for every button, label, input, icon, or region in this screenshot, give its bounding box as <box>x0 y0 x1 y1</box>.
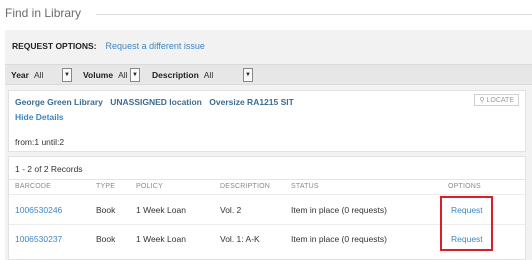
volume-filter: Volume All <box>83 68 128 82</box>
library-name: George Green Library <box>15 97 103 107</box>
column-header-description: DESCRIPTION <box>220 183 271 190</box>
request-highlight-box <box>440 196 493 251</box>
barcode-link[interactable]: 1006530237 <box>15 234 62 244</box>
records-table: 1 - 2 of 2 Records BARCODE TYPE POLICY D… <box>8 156 526 260</box>
location-name: UNASSIGNED location <box>110 97 202 107</box>
find-in-library-title: Find in Library <box>5 6 82 20</box>
item-description: Vol. 1: A-K <box>220 234 260 244</box>
volume-dropdown-arrow-icon[interactable]: ▼ <box>130 68 140 82</box>
item-status: Item in place (0 requests) <box>291 205 387 215</box>
description-filter-label: Description <box>152 70 199 80</box>
year-filter-value[interactable]: All <box>34 70 43 80</box>
item-type: Book <box>96 205 116 215</box>
records-divider <box>9 179 525 180</box>
records-count: 1 - 2 of 2 Records <box>15 164 83 174</box>
row-divider <box>9 194 525 195</box>
description-filter-value[interactable]: All <box>204 70 213 80</box>
item-policy: 1 Week Loan <box>136 205 186 215</box>
call-number: Oversize RA1215 SIT <box>209 97 294 107</box>
year-filter-label: Year <box>11 70 29 80</box>
item-status: Item in place (0 requests) <box>291 234 387 244</box>
filter-bar: Year All ▼ Volume All ▼ Description All … <box>5 64 532 85</box>
location-card: George Green Library UNASSIGNED location… <box>8 90 526 152</box>
column-header-barcode: BARCODE <box>15 183 52 190</box>
column-header-options: OPTIONS <box>448 183 481 190</box>
locate-button[interactable]: ⚲ LOCATE <box>474 94 519 106</box>
volume-filter-label: Volume <box>83 70 114 80</box>
column-header-status: STATUS <box>291 183 319 190</box>
request-options-label: REQUEST OPTIONS: <box>12 41 97 51</box>
description-dropdown-arrow-icon[interactable]: ▼ <box>243 68 253 82</box>
column-header-policy: POLICY <box>136 183 163 190</box>
description-filter: Description All <box>152 68 213 82</box>
item-description: Vol. 2 <box>220 205 242 215</box>
find-in-library-panel: REQUEST OPTIONS: Request a different iss… <box>5 30 532 260</box>
volume-filter-value[interactable]: All <box>118 70 127 80</box>
map-pin-icon: ⚲ <box>479 97 485 104</box>
request-different-issue-link[interactable]: Request a different issue <box>106 41 205 51</box>
location-line[interactable]: George Green Library UNASSIGNED location… <box>15 97 299 107</box>
item-type: Book <box>96 234 116 244</box>
request-options-bar: REQUEST OPTIONS: Request a different iss… <box>12 41 205 51</box>
item-policy: 1 Week Loan <box>136 234 186 244</box>
locate-label: LOCATE <box>486 96 515 104</box>
title-divider <box>96 14 532 15</box>
year-dropdown-arrow-icon[interactable]: ▼ <box>62 68 72 82</box>
year-filter: Year All <box>11 68 43 82</box>
column-header-type: TYPE <box>96 183 116 190</box>
barcode-link[interactable]: 1006530246 <box>15 205 62 215</box>
hide-details-link[interactable]: Hide Details <box>15 112 64 122</box>
holding-range: from:1 until:2 <box>15 137 65 147</box>
